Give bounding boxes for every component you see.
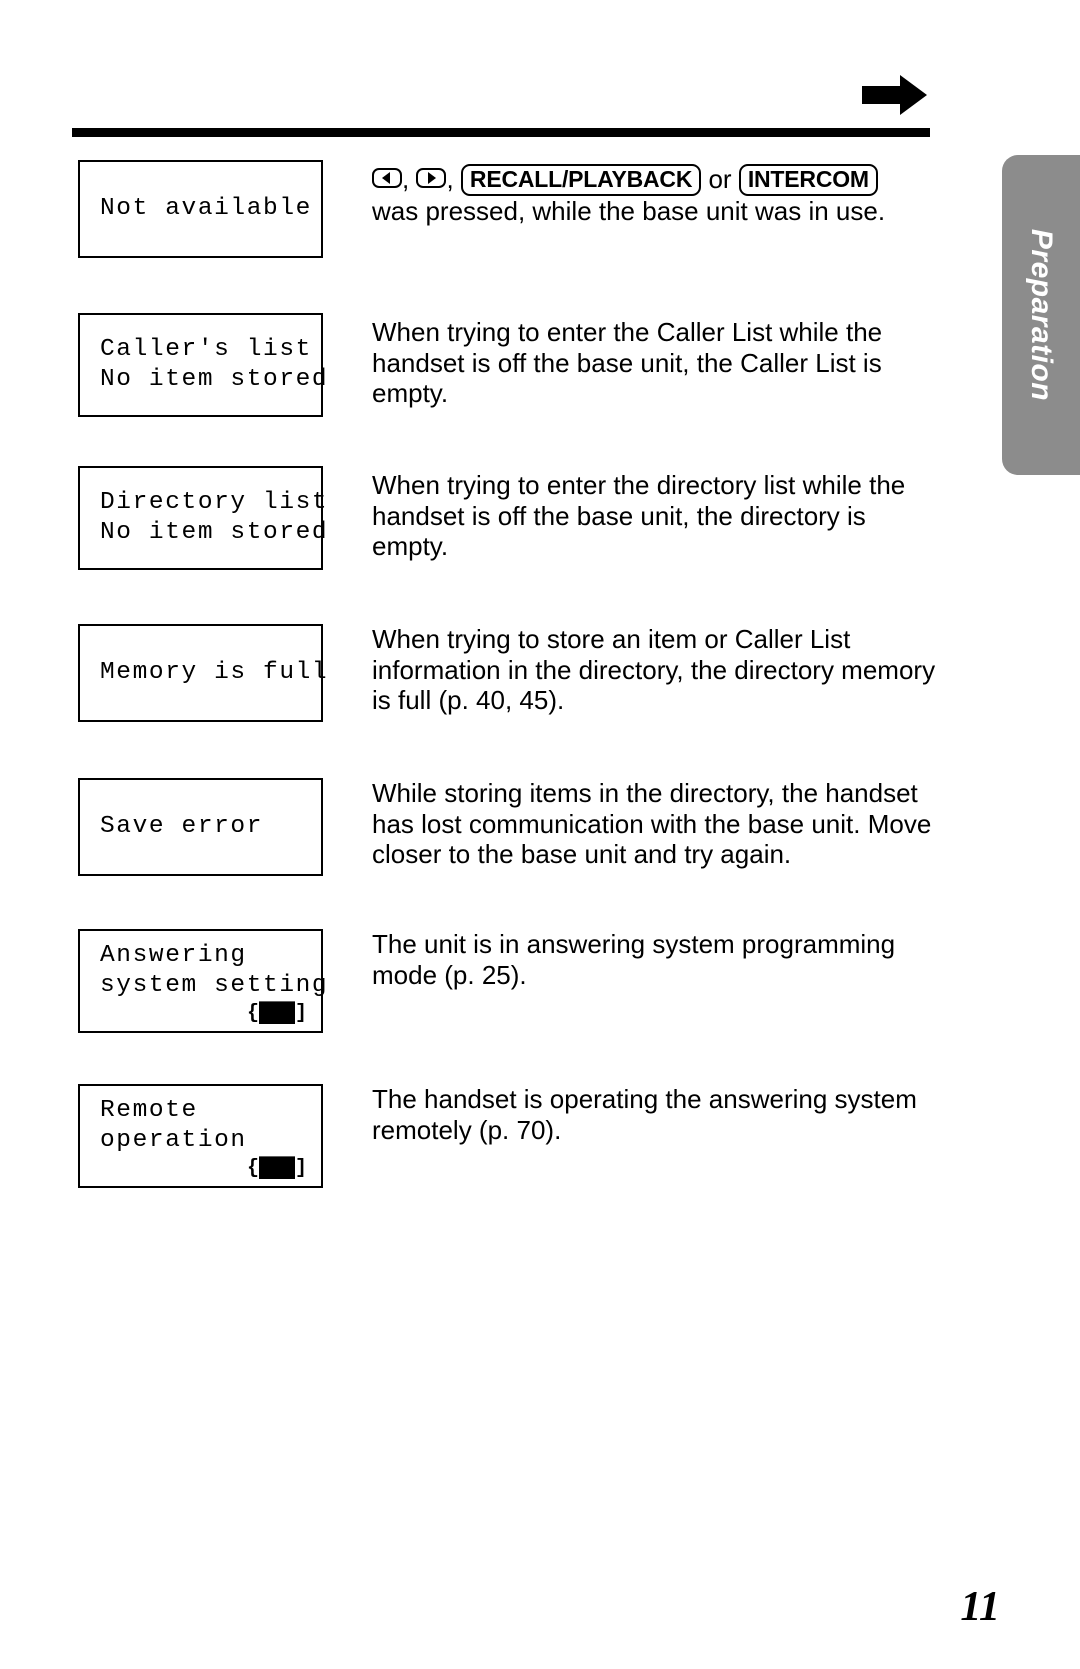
message-description: When trying to enter the directory list … bbox=[372, 470, 942, 562]
message-description: When trying to store an item or Caller L… bbox=[372, 624, 942, 716]
message-description: , , RECALL/PLAYBACK or INTERCOM was pres… bbox=[372, 164, 942, 227]
message-description-text: was pressed, while the base unit was in … bbox=[372, 196, 886, 226]
lcd-line: system setting bbox=[100, 972, 329, 999]
lcd-display: Directory list No item stored bbox=[78, 466, 329, 570]
message-description-text: The unit is in answering system programm… bbox=[372, 929, 896, 990]
lcd-display: Memory is full bbox=[78, 624, 329, 722]
lcd-display: Answering system setting {███] bbox=[78, 929, 329, 1033]
keycap-intercom: INTERCOM bbox=[738, 164, 878, 196]
battery-indicator-icon: {███] bbox=[246, 1157, 307, 1180]
right-arrow-key-icon bbox=[416, 168, 447, 188]
lcd-line: Caller's list bbox=[100, 336, 312, 363]
manual-page: Preparation Not available , , RECALL/PLA… bbox=[0, 0, 1080, 1669]
conjunction-text: or bbox=[701, 164, 739, 194]
lcd-line: Save error bbox=[100, 813, 264, 840]
left-arrow-key-icon bbox=[372, 168, 402, 188]
message-description-text: When trying to enter the Caller List whi… bbox=[372, 317, 883, 408]
message-description-text: When trying to enter the directory list … bbox=[372, 470, 906, 561]
message-description: When trying to enter the Caller List whi… bbox=[372, 317, 942, 409]
right-arrow-icon bbox=[860, 72, 930, 118]
lcd-display: Save error bbox=[78, 778, 323, 876]
lcd-display: Not available bbox=[78, 160, 323, 258]
lcd-line: No item stored bbox=[100, 366, 329, 393]
lcd-line: No item stored bbox=[100, 519, 329, 546]
section-tab-label: Preparation bbox=[1025, 228, 1058, 402]
lcd-line: operation bbox=[100, 1127, 247, 1154]
battery-indicator-icon: {███] bbox=[246, 1002, 307, 1025]
message-description-text: While storing items in the directory, th… bbox=[372, 778, 932, 869]
lcd-line: Not available bbox=[100, 195, 312, 222]
message-description: The handset is operating the answering s… bbox=[372, 1084, 942, 1145]
keycap-recall-playback: RECALL/PLAYBACK bbox=[460, 164, 702, 196]
lcd-line: Directory list bbox=[100, 489, 329, 516]
message-description-text: When trying to store an item or Caller L… bbox=[372, 624, 936, 715]
message-description: The unit is in answering system programm… bbox=[372, 929, 942, 990]
lcd-display: Caller's list No item stored bbox=[78, 313, 329, 417]
lcd-line: Answering bbox=[100, 942, 247, 969]
section-tab-preparation: Preparation bbox=[1002, 155, 1080, 475]
page-number: 11 bbox=[960, 1584, 1000, 1630]
separator-text: , bbox=[446, 164, 461, 194]
lcd-line: Memory is full bbox=[100, 659, 329, 686]
message-description-text: The handset is operating the answering s… bbox=[372, 1084, 917, 1145]
lcd-line: Remote bbox=[100, 1097, 198, 1124]
header-rule bbox=[72, 128, 930, 137]
message-description: While storing items in the directory, th… bbox=[372, 778, 942, 870]
lcd-display: Remote operation {███] bbox=[78, 1084, 323, 1188]
separator-text: , bbox=[402, 164, 417, 194]
